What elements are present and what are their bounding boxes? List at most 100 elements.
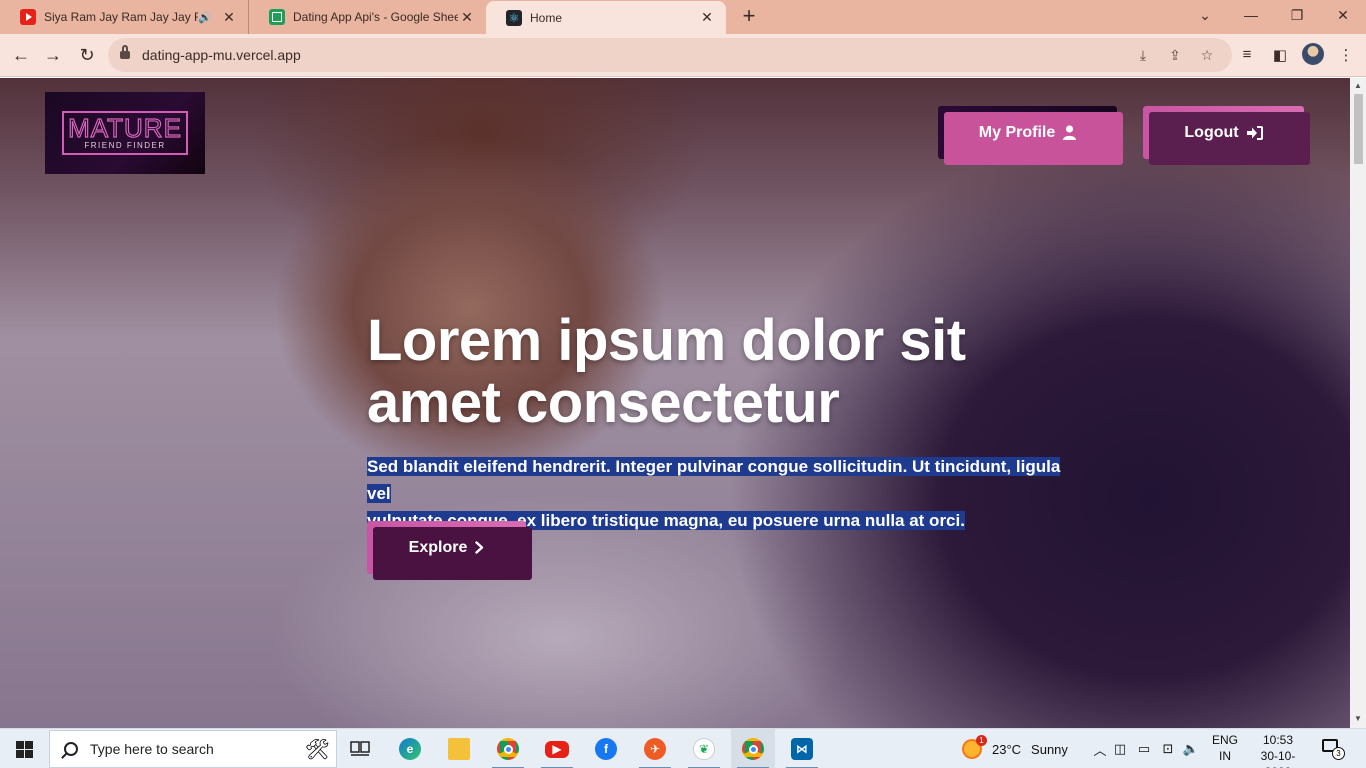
restore-button[interactable]: ❐ [1274, 0, 1320, 30]
minimize-button[interactable]: — [1228, 0, 1274, 30]
lock-icon[interactable] [120, 45, 130, 60]
youtube-icon: ▶ [545, 740, 569, 758]
url-text[interactable]: dating-app-mu.vercel.app [142, 47, 301, 63]
google-sheets-icon [269, 9, 285, 25]
scroll-up-icon[interactable]: ▲ [1353, 81, 1363, 90]
hero-title-line-2: amet consectetur [367, 370, 840, 435]
battery-icon[interactable]: ▭ [1132, 741, 1156, 757]
clock-time: 10:53 [1262, 733, 1294, 747]
tab-title: Home [530, 10, 563, 25]
chrome-icon [742, 738, 764, 760]
explore-button[interactable]: Explore [367, 521, 532, 580]
logo-sub-text: FRIEND FINDER [84, 141, 166, 150]
new-tab-button[interactable]: + [736, 4, 762, 30]
chrome-app[interactable] [486, 729, 530, 768]
task-view-icon [350, 741, 370, 756]
browser-tab-strip: Siya Ram Jay Ram Jay Jay Ram 🔊 ✕ Dating … [0, 0, 1366, 34]
hero-title: Lorem ipsum dolor sit amet consectetur [367, 310, 1007, 434]
task-view-button[interactable] [338, 729, 382, 768]
speaker-icon[interactable]: 🔊 [198, 11, 212, 24]
close-tab-icon[interactable]: ✕ [698, 9, 716, 26]
youtube-icon [20, 9, 36, 25]
my-profile-button[interactable]: My Profile [938, 106, 1123, 165]
scroll-down-icon[interactable]: ▼ [1353, 714, 1363, 723]
logo-main-text: MATURE [67, 113, 182, 143]
windows-logo-icon [15, 740, 33, 758]
vscode-app[interactable]: ⋈ [780, 729, 824, 768]
bookmark-star-icon[interactable]: ☆ [1198, 47, 1216, 64]
back-arrow-icon[interactable]: ← [6, 40, 36, 70]
chevron-up-icon[interactable]: ︿ [1092, 740, 1108, 759]
tab-search-icon[interactable]: ⌄ [1182, 0, 1228, 30]
vscode-icon: ⋈ [791, 738, 813, 760]
notification-count: 3 [1332, 747, 1345, 760]
sign-in-icon [1246, 125, 1263, 140]
facebook-app[interactable]: f [584, 729, 628, 768]
tab-title: Siya Ram Jay Ram Jay Jay Ram [44, 10, 198, 24]
folder-icon [448, 738, 470, 760]
my-profile-label: My Profile [978, 123, 1056, 141]
mongodb-compass-app[interactable]: ❦ [682, 729, 726, 768]
browser-toolbar: ← → ↻ dating-app-mu.vercel.app ⤓ ⇪ ☆ ≡ ◧… [0, 34, 1366, 77]
chrome-profile-app[interactable] [731, 729, 775, 768]
weather-widget[interactable]: 23°C Sunny [962, 729, 1068, 768]
search-placeholder: Type here to search [90, 741, 214, 757]
logout-button[interactable]: Logout [1143, 106, 1310, 165]
chrome-icon [497, 738, 519, 760]
start-button[interactable] [0, 729, 48, 768]
meet-now-icon[interactable]: ◫ [1108, 741, 1132, 757]
search-icon [64, 742, 78, 756]
media-control-icon[interactable]: ≡ [1237, 46, 1257, 63]
scrollbar-thumb[interactable] [1354, 94, 1363, 164]
leaf-icon: ❦ [693, 738, 715, 760]
install-app-icon[interactable]: ⤓ [1134, 47, 1152, 64]
youtube-app[interactable]: ▶ [535, 729, 579, 768]
postman-app[interactable]: ✈ [633, 729, 677, 768]
edge-app[interactable]: e [388, 729, 432, 768]
site-logo[interactable]: MATURE FRIEND FINDER [45, 92, 205, 174]
profile-avatar[interactable] [1302, 43, 1324, 65]
hero-title-line-1: Lorem ipsum dolor sit [367, 308, 966, 373]
chevron-right-icon [475, 541, 484, 554]
postman-icon: ✈ [644, 738, 666, 760]
logout-label: Logout [1184, 123, 1239, 141]
windows-taskbar: Type here to search 🛠 e ▶ f ✈ ❦ ⋈ 23°C S… [0, 728, 1366, 768]
tab-google-sheets[interactable]: Dating App Api's - Google Sheets ✕ [248, 0, 486, 34]
close-tab-icon[interactable]: ✕ [458, 9, 476, 26]
react-icon: ⚛ [506, 9, 522, 26]
close-tab-icon[interactable]: ✕ [220, 9, 238, 26]
tab-home[interactable]: ⚛ Home ✕ [486, 1, 726, 34]
language-code: ENG [1211, 733, 1238, 747]
reload-icon[interactable]: ↻ [72, 40, 102, 70]
file-explorer-app[interactable] [437, 729, 481, 768]
share-icon[interactable]: ⇪ [1166, 47, 1184, 64]
clock[interactable]: 10:53 30-10-2023 [1248, 732, 1308, 768]
logo-frame: MATURE FRIEND FINDER [62, 111, 188, 155]
hero-section: MATURE FRIEND FINDER My Profile Logout L… [0, 78, 1350, 728]
volume-icon[interactable]: 🔈 [1180, 741, 1202, 757]
page-scrollbar[interactable]: ▲ ▼ [1350, 78, 1366, 728]
hero-description-line-1: Sed blandit eleifend hendrerit. Integer … [367, 457, 1061, 503]
close-window-button[interactable]: ✕ [1320, 0, 1366, 30]
tab-title: Dating App Api's - Google Sheets [293, 10, 458, 24]
network-icon[interactable]: ⊡ [1156, 741, 1180, 757]
edge-icon: e [399, 738, 421, 760]
system-tray: ︿ ◫ ▭ ⊡ 🔈 [1092, 729, 1202, 768]
notification-center-icon[interactable]: 3 [1322, 739, 1345, 760]
user-icon [1063, 125, 1077, 140]
forward-arrow-icon[interactable]: → [38, 40, 68, 70]
sun-icon [962, 735, 987, 759]
side-panel-icon[interactable]: ◧ [1270, 46, 1290, 64]
tab-youtube[interactable]: Siya Ram Jay Ram Jay Jay Ram 🔊 ✕ [0, 0, 248, 34]
weather-temp: 23°C [992, 741, 1022, 757]
taskbar-search[interactable]: Type here to search 🛠 [49, 730, 337, 768]
language-indicator[interactable]: ENG IN [1210, 732, 1240, 764]
address-bar[interactable]: dating-app-mu.vercel.app ⤓ ⇪ ☆ [108, 38, 1232, 72]
weather-condition: Sunny [1031, 741, 1068, 757]
explore-label: Explore [408, 538, 468, 556]
menu-kebab-icon[interactable]: ⋮ [1336, 46, 1356, 64]
clock-date: 30-10-2023 [1260, 749, 1296, 768]
facebook-icon: f [595, 738, 617, 760]
language-region: IN [1219, 749, 1231, 763]
tools-icon: 🛠 [304, 738, 330, 761]
